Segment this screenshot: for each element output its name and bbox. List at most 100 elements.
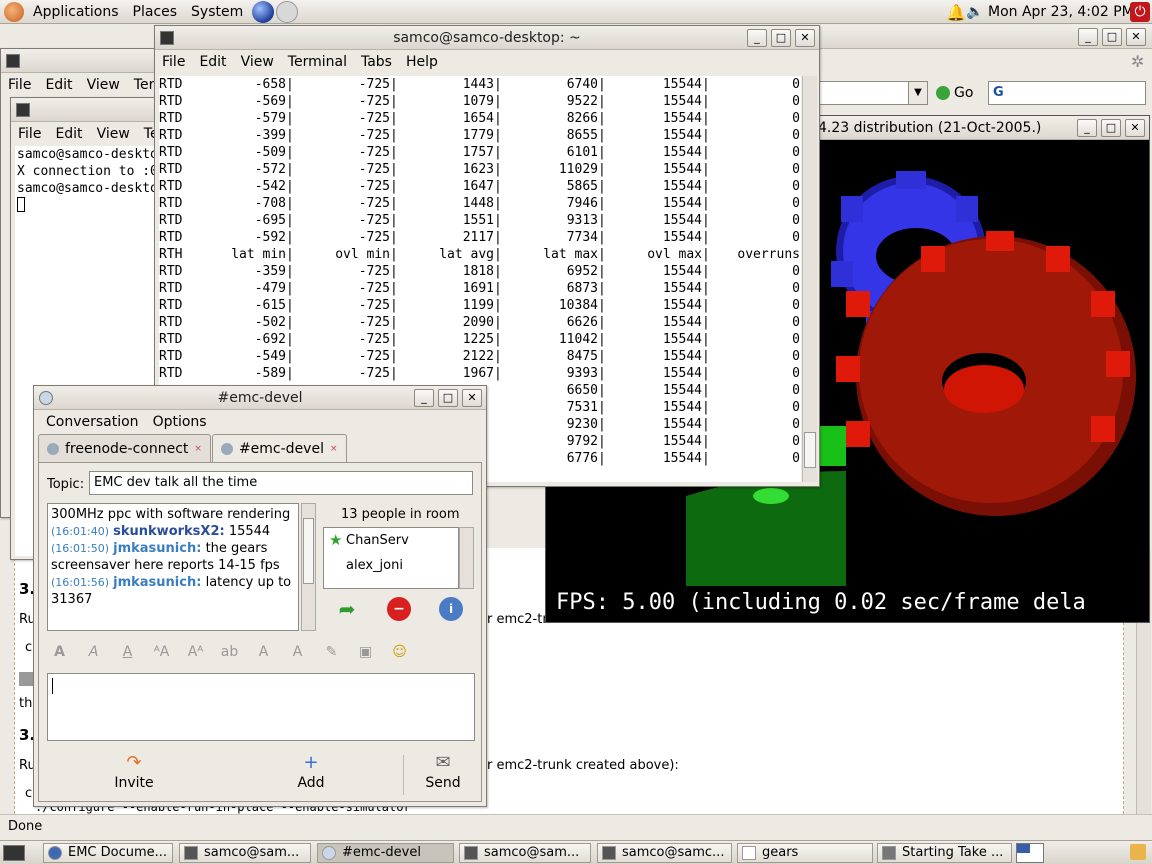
italic-icon[interactable]: A [81, 644, 106, 660]
add-icon: + [303, 752, 319, 773]
menu-edit[interactable]: Edit [48, 126, 89, 142]
ignore-icon[interactable]: − [387, 597, 411, 621]
column-separator: | [702, 332, 710, 347]
chat-log[interactable]: 300MHz ppc with software rendering (16:0… [47, 503, 299, 631]
menu-edit[interactable]: Edit [38, 77, 79, 93]
mail-launcher-icon[interactable] [276, 0, 299, 23]
menu-conversation[interactable]: Conversation [34, 414, 146, 430]
terminal-line: RTD -542| -725| 1647| 5865| 15544| 0 [159, 178, 801, 195]
list-item[interactable]: ... [324, 578, 458, 588]
info-icon[interactable]: i [439, 597, 463, 621]
taskbar-item[interactable]: samco@samc... [597, 843, 732, 863]
trash-icon[interactable] [1130, 844, 1146, 860]
menu-tabs[interactable]: Tabs [354, 54, 399, 70]
close-button[interactable]: ✕ [795, 29, 815, 47]
workspace-switcher[interactable] [1016, 843, 1044, 863]
im-icon[interactable]: ➦ [335, 597, 359, 621]
font-size-larger-icon[interactable]: ᴬA [149, 644, 174, 660]
message-input[interactable] [47, 673, 475, 741]
menu-file[interactable]: File [11, 126, 48, 142]
column-separator: | [390, 332, 398, 347]
terminal-cell: 0 [792, 281, 800, 296]
minimize-button[interactable]: _ [1078, 28, 1098, 46]
people-scrollbar[interactable] [459, 527, 474, 589]
terminal-cell: 15544 [662, 383, 702, 398]
image-icon[interactable]: ▣ [353, 644, 378, 660]
smiley-icon[interactable]: ☺ [387, 644, 412, 660]
link-icon[interactable]: ✎ [319, 644, 344, 660]
tab-close-icon[interactable]: × [330, 444, 338, 454]
add-button[interactable]: + Add [271, 753, 351, 795]
invite-button[interactable]: ↷ Invite [94, 753, 174, 795]
clock[interactable]: Mon Apr 23, 4:02 PM [988, 0, 1146, 24]
font-face-icon[interactable]: ab [217, 644, 242, 660]
column-separator: | [598, 332, 606, 347]
terminal-scroll-thumb[interactable] [804, 432, 816, 468]
minimize-button[interactable]: _ [414, 389, 434, 407]
menu-applications[interactable]: Applications [26, 0, 126, 24]
search-input[interactable]: G [988, 81, 1146, 105]
menu-options[interactable]: Options [146, 414, 214, 430]
maximize-button[interactable]: □ [438, 389, 458, 407]
column-separator: | [390, 128, 398, 143]
gnome-foot-icon[interactable] [4, 1, 24, 22]
menu-file[interactable]: File [155, 54, 192, 70]
maximize-button[interactable]: □ [771, 29, 791, 47]
menu-help[interactable]: Help [399, 54, 445, 70]
bold-icon[interactable]: A [47, 644, 72, 660]
taskbar-item[interactable]: #emc-devel [317, 843, 454, 863]
terminal-cell: 1779 [462, 128, 494, 143]
bg-color-icon[interactable]: A [285, 644, 310, 660]
menu-system[interactable]: System [184, 0, 250, 24]
terminal-cell: -399 [254, 128, 286, 143]
terminal-cell: 1551 [462, 213, 494, 228]
menu-view[interactable]: View [90, 126, 137, 142]
tab-close-icon[interactable]: × [194, 444, 202, 454]
fg-color-icon[interactable]: A [251, 644, 276, 660]
show-desktop-icon[interactable] [3, 845, 25, 861]
chat-scrollbar[interactable] [301, 503, 316, 631]
terminal-scrollbar[interactable] [802, 76, 817, 482]
menu-places[interactable]: Places [126, 0, 185, 24]
maximize-button[interactable]: □ [1101, 119, 1121, 137]
taskbar-item[interactable]: samco@sam... [459, 843, 591, 863]
minimize-button[interactable]: _ [1077, 119, 1097, 137]
close-button[interactable]: ✕ [462, 389, 482, 407]
menu-view[interactable]: View [234, 54, 281, 70]
notification-icon[interactable]: 🔔 [946, 3, 966, 22]
taskbar-item[interactable]: gears [737, 843, 873, 863]
menu-view[interactable]: View [80, 77, 127, 93]
terminal-cell: 15544 [662, 298, 702, 313]
power-icon[interactable]: ⏻ [1130, 2, 1150, 22]
web-browser-launcher-icon[interactable] [252, 0, 275, 23]
taskbar-item[interactable]: EMC Docume... [43, 843, 173, 863]
underline-icon[interactable]: A [115, 644, 140, 660]
menu-edit[interactable]: Edit [192, 54, 233, 70]
column-separator: | [598, 400, 606, 415]
maximize-button[interactable]: □ [1102, 28, 1122, 46]
close-button[interactable]: ✕ [1126, 28, 1146, 46]
terminal-cell: -725 [358, 111, 390, 126]
taskbar-item[interactable]: samco@sam... [179, 843, 311, 863]
tab-freenode-connect[interactable]: freenode-connect × [38, 434, 211, 462]
taskbar-item[interactable]: Starting Take ... [877, 843, 1012, 863]
go-button[interactable]: Go [936, 81, 973, 105]
tab-emc-devel[interactable]: #emc-devel × [211, 434, 347, 462]
terminal-cell: 15544 [662, 434, 702, 449]
list-item[interactable]: alex_joni [324, 553, 458, 578]
chat-scroll-thumb[interactable] [303, 518, 314, 584]
font-size-smaller-icon[interactable]: Aᴬ [183, 644, 208, 660]
minimize-button[interactable]: _ [747, 29, 767, 47]
topic-field[interactable]: EMC dev talk all the time [89, 471, 473, 495]
volume-icon[interactable]: 🔈 [966, 4, 983, 20]
column-separator: | [702, 77, 710, 92]
location-dropdown[interactable]: ▼ [908, 81, 928, 105]
menu-terminal[interactable]: Terminal [281, 54, 354, 70]
terminal-cell: RTD [159, 128, 183, 143]
menu-file[interactable]: File [1, 77, 38, 93]
people-list[interactable]: ★ChanServ alex_joni ... [323, 527, 459, 589]
list-item[interactable]: ★ ChanServ [324, 528, 458, 553]
terminal-cell: 1691 [462, 281, 494, 296]
close-button[interactable]: ✕ [1125, 119, 1145, 137]
send-button[interactable]: ✉ Send [403, 753, 483, 795]
